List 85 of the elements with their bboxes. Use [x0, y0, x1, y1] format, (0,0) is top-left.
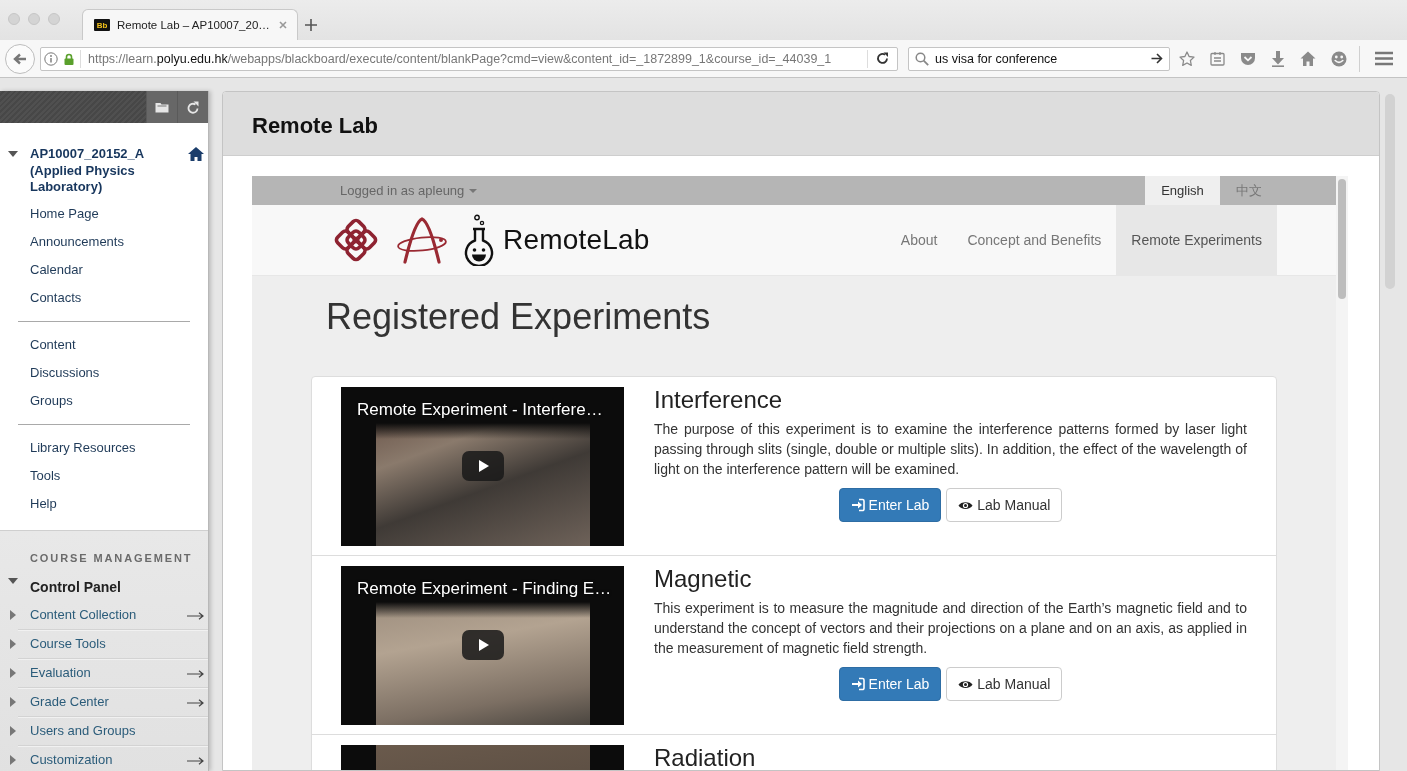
- menu-link[interactable]: Evaluation: [30, 665, 91, 680]
- reload-icon[interactable]: [876, 52, 889, 65]
- triangle-right-icon[interactable]: [10, 696, 16, 707]
- download-icon[interactable]: [1271, 50, 1285, 67]
- video-player[interactable]: Remote Experiment - Finding E…: [341, 566, 624, 725]
- arrow-right-icon[interactable]: [187, 669, 204, 678]
- scrollbar-thumb[interactable]: [1338, 179, 1346, 299]
- menu-link[interactable]: Customization: [30, 752, 113, 767]
- close-icon[interactable]: [279, 21, 287, 29]
- triangle-right-icon[interactable]: [10, 754, 16, 765]
- enter-lab-button[interactable]: Enter Lab: [838, 667, 942, 701]
- menu-icon[interactable]: [1375, 51, 1393, 66]
- video-player[interactable]: Remote Experiment - Interfere…: [341, 387, 624, 546]
- info-icon[interactable]: [44, 51, 58, 66]
- nav-link[interactable]: Remote Experiments: [1116, 205, 1277, 275]
- address-field[interactable]: https://learn.polyu.edu.hk/webapps/blackboard/execute/content/blankPage?cmd=view&content_id=_1872899_1&course_id=_44039_1: [40, 46, 898, 71]
- arrow-right-icon[interactable]: [187, 756, 204, 765]
- lab-manual-button[interactable]: Lab Manual: [946, 667, 1063, 701]
- video-title[interactable]: Remote Experiment - Finding E…: [357, 579, 612, 599]
- menu-link[interactable]: Announcements: [0, 227, 208, 256]
- arch-orbit-logo: [396, 215, 448, 265]
- nav-link[interactable]: About: [885, 205, 953, 275]
- star-icon[interactable]: [1179, 50, 1195, 67]
- menu-link[interactable]: Grade Center: [30, 694, 109, 709]
- menu-link[interactable]: Content: [0, 330, 208, 359]
- menu-link[interactable]: Tools: [0, 461, 208, 490]
- brand-name: RemoteLab: [503, 224, 650, 256]
- triangle-right-icon[interactable]: [10, 609, 16, 620]
- folder-button[interactable]: [146, 91, 177, 123]
- menu-link[interactable]: Course Tools: [30, 636, 106, 651]
- eye-icon: [958, 678, 974, 690]
- triangle-right-icon[interactable]: [10, 725, 16, 736]
- sign-in-icon: [850, 498, 865, 512]
- triangle-right-icon[interactable]: [10, 638, 16, 649]
- menu-link[interactable]: Calendar: [0, 255, 208, 284]
- triangle-down-icon[interactable]: [8, 577, 18, 584]
- triangle-down-icon[interactable]: [8, 151, 18, 157]
- flask-logo: [463, 214, 495, 266]
- menu-link[interactable]: Groups: [0, 386, 208, 415]
- video-title[interactable]: Remote Experiment - Interfere…: [357, 400, 603, 420]
- favicon-logo: Bb: [94, 19, 110, 31]
- experiment-description: The purpose of this experiment is to examine the interference patterns formed by laser light passing through slits (single, double or multiple slits). In addition, the effect of the wavelength of light on the interference pattern will be examined.: [654, 420, 1247, 479]
- arrow-right-icon[interactable]: [1151, 53, 1163, 64]
- menu-link[interactable]: Library Resources: [0, 433, 208, 462]
- play-icon[interactable]: [462, 630, 504, 660]
- arrow-right-icon[interactable]: [187, 698, 204, 707]
- pocket-icon[interactable]: [1240, 51, 1256, 66]
- experiment-description: This experiment is to measure the magnitude and direction of the Earth’s magnetic field and to understand the concept of vectors and their projections on a plane and on an axis, as applied in the measurement of magnetic field strength.: [654, 599, 1247, 658]
- search-icon: [915, 51, 929, 66]
- nav-link[interactable]: Concept and Benefits: [952, 205, 1117, 275]
- experiment-title: Radiation: [654, 745, 757, 770]
- folder-icon: [155, 101, 169, 113]
- caret-icon: [469, 188, 478, 193]
- refresh-button[interactable]: [177, 91, 208, 123]
- lab-manual-button[interactable]: Lab Manual: [946, 488, 1063, 522]
- arrow-right-icon[interactable]: [187, 611, 204, 620]
- menu-link[interactable]: Content Collection: [30, 607, 137, 622]
- back-button[interactable]: [5, 43, 35, 74]
- arrow-left-icon: [13, 52, 27, 65]
- menu-link[interactable]: Help: [0, 489, 208, 518]
- eye-icon: [958, 499, 974, 511]
- triangle-right-icon[interactable]: [10, 667, 16, 678]
- refresh-icon: [187, 100, 199, 114]
- reading-list-icon[interactable]: [1210, 51, 1225, 66]
- menu-link[interactable]: Contacts: [0, 283, 208, 312]
- menu-link[interactable]: Discussions: [0, 358, 208, 387]
- section-heading: COURSE MANAGEMENT: [29, 550, 194, 565]
- enter-lab-button[interactable]: Enter Lab: [838, 488, 942, 522]
- search-field[interactable]: us visa for conference: [908, 46, 1170, 71]
- menu-link[interactable]: Users and Groups: [30, 723, 136, 738]
- play-icon[interactable]: [462, 451, 504, 481]
- menu-link[interactable]: Home Page: [0, 199, 208, 228]
- sign-in-icon: [850, 677, 865, 691]
- language-tab[interactable]: English: [1145, 176, 1220, 205]
- control-panel-link[interactable]: Control Panel: [0, 578, 121, 595]
- page-title: Remote Lab: [252, 112, 378, 139]
- smiley-icon[interactable]: [1331, 50, 1347, 67]
- experiment-title: Interference: [654, 387, 784, 413]
- experiment-title: Magnetic: [654, 566, 753, 592]
- lock-icon[interactable]: [64, 52, 74, 65]
- browser-tab[interactable]: Bb Remote Lab – AP10007_20…: [82, 9, 298, 40]
- course-title-link[interactable]: AP10007_20152_A (Applied Physics Laboratory): [30, 146, 180, 196]
- plus-icon[interactable]: [305, 19, 317, 31]
- section-heading: Registered Experiments: [325, 297, 712, 337]
- home-icon[interactable]: [188, 147, 204, 161]
